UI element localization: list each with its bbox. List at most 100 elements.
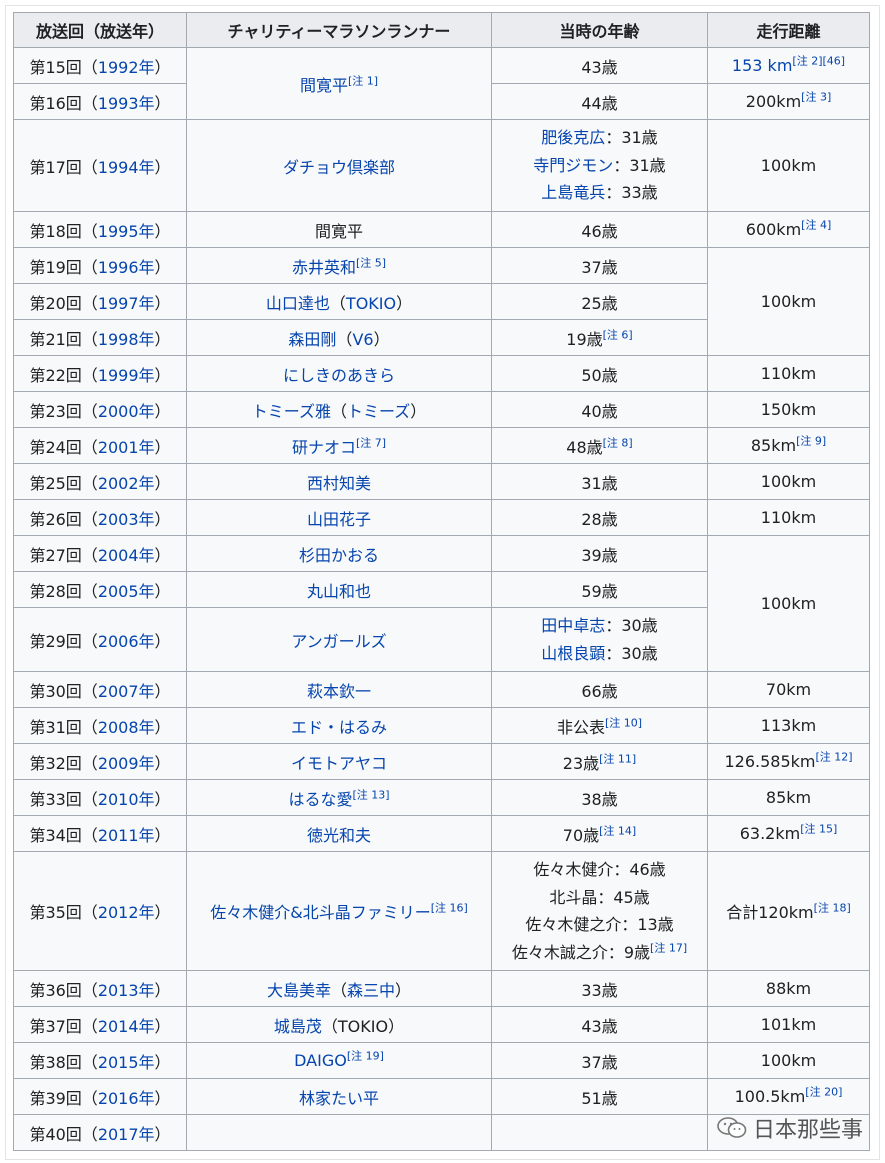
runner-link[interactable]: トミーズ bbox=[347, 402, 410, 421]
footnote-link[interactable]: [注 4] bbox=[801, 219, 831, 232]
year-link[interactable]: 2010年 bbox=[98, 790, 155, 809]
year-link[interactable]: 2004年 bbox=[98, 546, 155, 565]
runner-text[interactable]: 大島美幸 bbox=[267, 981, 331, 1000]
age-text[interactable]: 肥後克広 bbox=[541, 128, 605, 147]
distance-line: 63.2km[注 15] bbox=[740, 824, 838, 843]
table-row: 第39回（2016年） 林家たい平 51歳 100.5km[注 20] bbox=[13, 1078, 870, 1115]
runner-link[interactable]: V6 bbox=[352, 330, 373, 349]
episode-label: 第20回（ bbox=[29, 293, 98, 313]
year-link[interactable]: 1992年 bbox=[98, 58, 155, 77]
year-link[interactable]: 2002年 bbox=[98, 474, 155, 493]
age-cell: 19歳[注 6] bbox=[491, 319, 708, 356]
age-text[interactable]: 田中卓志 bbox=[541, 616, 605, 635]
year-link[interactable]: 2000年 bbox=[98, 402, 155, 421]
footnote-link[interactable]: [注 10] bbox=[605, 716, 642, 729]
year-link[interactable]: 2017年 bbox=[98, 1125, 155, 1144]
runner-text[interactable]: DAIGO bbox=[294, 1051, 347, 1070]
year-link[interactable]: 1999年 bbox=[98, 366, 155, 385]
footnote-link[interactable]: [注 11] bbox=[599, 752, 636, 765]
runner-link[interactable]: 森三中 bbox=[347, 981, 395, 1000]
year-link[interactable]: 2011年 bbox=[98, 826, 155, 845]
runner-text[interactable]: イモトアヤコ bbox=[291, 754, 387, 773]
distance-text[interactable]: 153 km bbox=[732, 56, 792, 75]
runner-text[interactable]: 丸山和也 bbox=[307, 582, 371, 601]
runner-text[interactable]: エド・はるみ bbox=[291, 718, 387, 737]
runner-text[interactable]: 杉田かおる bbox=[299, 546, 379, 565]
runner-text[interactable]: 山田花子 bbox=[307, 510, 371, 529]
episode-cell: 第31回（2008年） bbox=[13, 707, 187, 744]
runner-text[interactable]: ダチョウ倶楽部 bbox=[283, 158, 395, 177]
runner-text[interactable]: はるな愛 bbox=[288, 790, 352, 809]
runner-text[interactable]: 山口達也 bbox=[266, 294, 330, 313]
year-link[interactable]: 2003年 bbox=[98, 510, 155, 529]
runner-text[interactable]: 林家たい平 bbox=[299, 1089, 379, 1108]
footnote-link[interactable]: [注 6] bbox=[603, 328, 633, 341]
runner-text[interactable]: 間寛平 bbox=[300, 76, 348, 95]
year-link[interactable]: 2005年 bbox=[98, 582, 155, 601]
runner-text[interactable]: 赤井英和 bbox=[292, 258, 356, 277]
header-runner[interactable]: チャリティーマラソンランナー bbox=[186, 12, 492, 48]
footnote-link[interactable]: [注 16] bbox=[431, 902, 468, 915]
age-text: 非公表 bbox=[556, 717, 605, 737]
runner-text[interactable]: アンガールズ bbox=[291, 632, 386, 651]
year-link[interactable]: 2008年 bbox=[98, 718, 155, 737]
year-link[interactable]: 2009年 bbox=[98, 754, 155, 773]
age-cell: 田中卓志：30歳 山根良顕：30歳 bbox=[491, 607, 708, 672]
runner-text[interactable]: 徳光和夫 bbox=[307, 826, 371, 845]
footnote-link[interactable]: [注 18] bbox=[814, 902, 851, 915]
runner-suffix: ） bbox=[395, 980, 412, 1000]
age-text[interactable]: 上島竜兵 bbox=[541, 183, 605, 202]
footnote-link[interactable]: [注 7] bbox=[356, 436, 386, 449]
year-link[interactable]: 2001年 bbox=[98, 438, 155, 457]
age-text: 31歳 bbox=[581, 473, 618, 493]
age-text[interactable]: 寺門ジモン bbox=[533, 156, 613, 175]
year-link[interactable]: 2006年 bbox=[98, 632, 155, 651]
year-link[interactable]: 1997年 bbox=[98, 294, 155, 313]
year-link[interactable]: 1993年 bbox=[98, 94, 155, 113]
year-link[interactable]: 1995年 bbox=[98, 222, 155, 241]
age-line: 北斗晶：45歳 bbox=[498, 884, 701, 912]
runner-link[interactable]: TOKIO bbox=[346, 294, 396, 313]
footnote-link[interactable]: [注 15] bbox=[800, 823, 837, 836]
year-link[interactable]: 2016年 bbox=[98, 1089, 155, 1108]
year-link[interactable]: 2007年 bbox=[98, 682, 155, 701]
year-link[interactable]: 2015年 bbox=[98, 1053, 155, 1072]
distance-line: 100km bbox=[761, 292, 816, 311]
footnote-link[interactable]: [注 2][46] bbox=[792, 55, 845, 68]
runner-text[interactable]: 西村知美 bbox=[307, 474, 371, 493]
footnote-link[interactable]: [注 8] bbox=[603, 436, 633, 449]
year-link[interactable]: 1994年 bbox=[98, 158, 155, 177]
footnote-link[interactable]: [注 1] bbox=[348, 74, 378, 87]
age-suffix: ：31歳 bbox=[605, 128, 658, 148]
runner-text[interactable]: トミーズ雅 bbox=[252, 402, 331, 421]
age-text[interactable]: 山根良顕 bbox=[541, 644, 605, 663]
year-link[interactable]: 1996年 bbox=[98, 258, 155, 277]
close-paren: ） bbox=[154, 293, 171, 313]
runner-text[interactable]: にしきのあきら bbox=[283, 366, 395, 385]
year-link[interactable]: 2012年 bbox=[98, 903, 155, 922]
runner-text[interactable]: 森田剛 bbox=[288, 330, 336, 349]
close-paren: ） bbox=[154, 1016, 171, 1036]
runner-text[interactable]: 佐々木健介&北斗晶ファミリー bbox=[210, 903, 430, 922]
footnote-link[interactable]: [注 12] bbox=[815, 751, 852, 764]
year-link[interactable]: 1998年 bbox=[98, 330, 155, 349]
footnote-link[interactable]: [注 14] bbox=[599, 824, 636, 837]
footnote-link[interactable]: [注 5] bbox=[356, 256, 386, 269]
runner-text[interactable]: 研ナオコ bbox=[292, 438, 356, 457]
year-link[interactable]: 2013年 bbox=[98, 981, 155, 1000]
footnote-link[interactable]: [注 9] bbox=[796, 435, 826, 448]
header-episode[interactable]: 放送回（放送年） bbox=[13, 12, 187, 48]
footnote-link[interactable]: [注 3] bbox=[801, 91, 831, 104]
runner-text[interactable]: 城島茂 bbox=[274, 1017, 322, 1036]
distance-text: 63.2km bbox=[739, 824, 801, 843]
runner-text[interactable]: 萩本欽一 bbox=[307, 682, 371, 701]
age-cell: 40歳 bbox=[491, 391, 708, 428]
age-suffix: ：31歳 bbox=[613, 155, 666, 175]
footnote-link[interactable]: [注 19] bbox=[347, 1050, 384, 1063]
footnote-link[interactable]: [注 20] bbox=[805, 1086, 842, 1099]
header-distance[interactable]: 走行距離 bbox=[707, 12, 870, 48]
footnote-link[interactable]: [注 13] bbox=[352, 788, 389, 801]
header-age[interactable]: 当時の年齢 bbox=[491, 12, 708, 48]
year-link[interactable]: 2014年 bbox=[98, 1017, 155, 1036]
footnote-link[interactable]: [注 17] bbox=[650, 941, 687, 954]
